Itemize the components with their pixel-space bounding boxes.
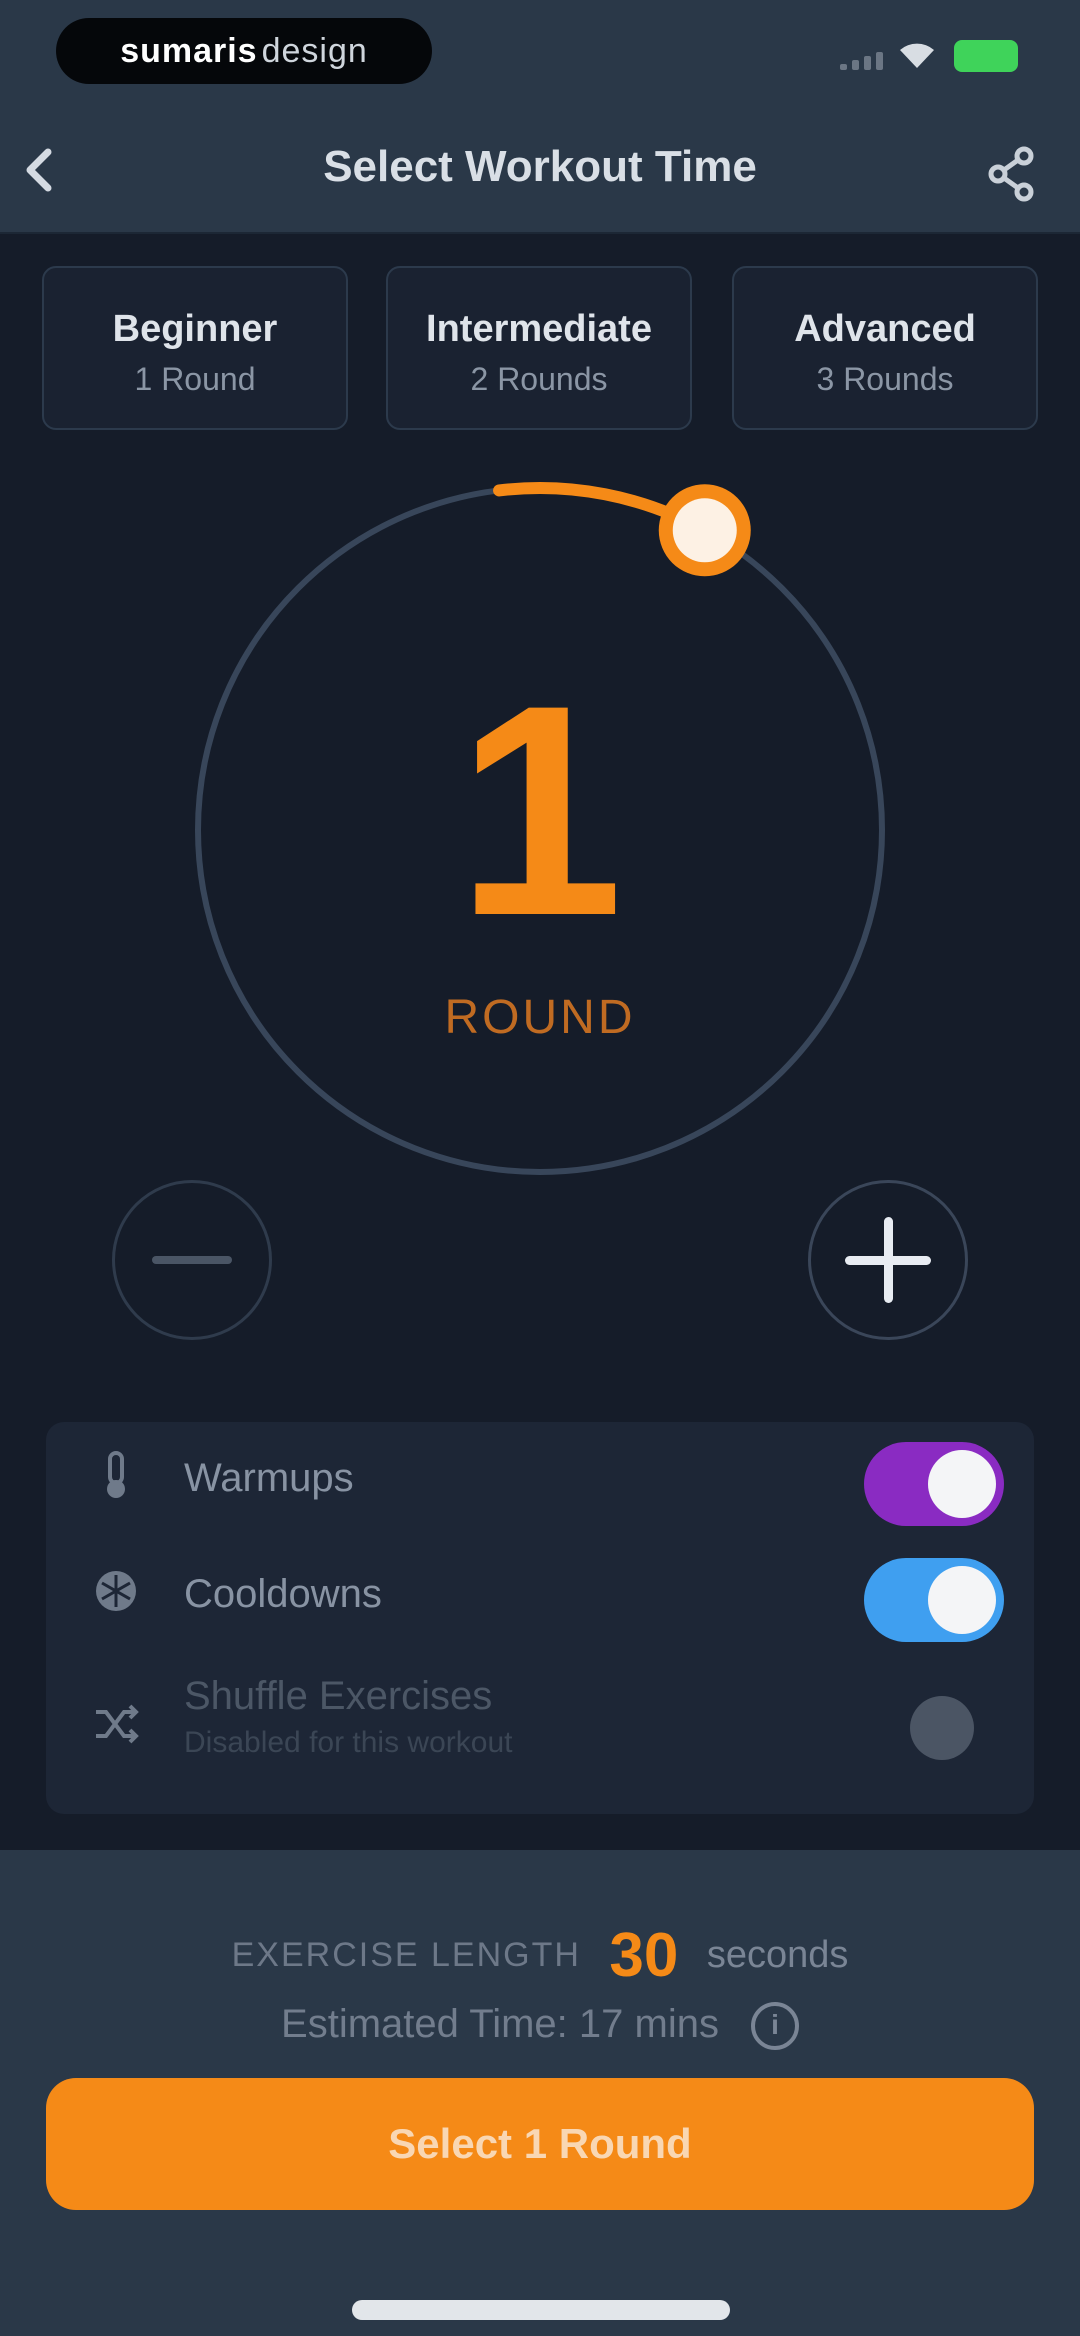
wifi-icon xyxy=(900,43,934,68)
option-row-warmups: Warmups xyxy=(46,1422,1034,1532)
level-card-beginner[interactable]: Beginner 1 Round xyxy=(42,266,348,430)
info-icon[interactable] xyxy=(750,2002,799,2051)
pill-brand-light: design xyxy=(261,31,368,70)
page-title: Select Workout Time xyxy=(323,142,757,191)
level-card-intermediate[interactable]: Intermediate 2 Rounds xyxy=(386,266,692,430)
dial-handle-center xyxy=(672,498,737,563)
pill-brand: sumaris xyxy=(120,31,258,70)
snowflake-icon xyxy=(90,1565,142,1617)
share-button[interactable] xyxy=(986,146,1036,202)
battery-icon xyxy=(954,40,1018,72)
thermometer-icon xyxy=(90,1449,142,1501)
option-label: Warmups xyxy=(184,1456,354,1500)
workout-options-card: Warmups Cooldowns Shuffle Exercises Disa… xyxy=(46,1422,1034,1814)
status-bar: sumaris design xyxy=(0,0,1080,110)
increment-button[interactable] xyxy=(808,1180,968,1340)
exercise-length-label: EXERCISE LENGTH xyxy=(231,1936,581,1974)
warmups-toggle[interactable] xyxy=(864,1442,1004,1526)
level-subtitle: 2 Rounds xyxy=(470,361,608,397)
level-title: Advanced xyxy=(794,308,976,350)
estimated-time-row: Estimated Time: 17 mins xyxy=(0,2002,1080,2051)
decrement-button[interactable] xyxy=(112,1180,272,1340)
level-subtitle: 1 Round xyxy=(134,361,256,397)
select-round-button[interactable]: Select 1 Round xyxy=(46,2078,1034,2210)
minus-icon xyxy=(152,1256,232,1264)
toggle-knob xyxy=(928,1450,996,1518)
level-subtitle: 3 Rounds xyxy=(816,361,954,397)
option-label: Cooldowns xyxy=(184,1572,382,1616)
signal-icon xyxy=(840,50,884,70)
option-sublabel: Disabled for this workout xyxy=(184,1726,513,1759)
exercise-length-row[interactable]: EXERCISE LENGTH 30 seconds xyxy=(0,1920,1080,1991)
share-icon xyxy=(988,146,1034,202)
toggle-knob xyxy=(928,1566,996,1634)
nav-bar: Select Workout Time xyxy=(0,110,1080,234)
level-title: Intermediate xyxy=(426,308,652,350)
option-row-cooldowns: Cooldowns xyxy=(46,1538,1034,1648)
plus-icon xyxy=(845,1217,931,1303)
dynamic-island-pill: sumaris design xyxy=(56,18,432,84)
exercise-length-unit: seconds xyxy=(706,1934,849,1976)
shuffle-toggle[interactable] xyxy=(864,1682,1004,1766)
round-count: 1 xyxy=(456,642,624,978)
round-label: ROUND xyxy=(444,991,636,1044)
level-title: Beginner xyxy=(112,308,278,350)
option-row-shuffle: Shuffle Exercises Disabled for this work… xyxy=(46,1654,1034,1794)
level-card-advanced[interactable]: Advanced 3 Rounds xyxy=(732,266,1038,430)
level-selector: Beginner 1 Round Intermediate 2 Rounds A… xyxy=(0,266,1080,430)
shuffle-icon xyxy=(90,1698,142,1750)
toggle-knob xyxy=(910,1696,974,1760)
option-label: Shuffle Exercises xyxy=(184,1674,493,1718)
cooldowns-toggle[interactable] xyxy=(864,1558,1004,1642)
estimated-time: Estimated Time: 17 mins xyxy=(281,2002,719,2046)
home-indicator xyxy=(352,2300,730,2320)
exercise-length-value[interactable]: 30 xyxy=(609,1921,678,1990)
bottom-panel: EXERCISE LENGTH 30 seconds Estimated Tim… xyxy=(0,1850,1080,2336)
